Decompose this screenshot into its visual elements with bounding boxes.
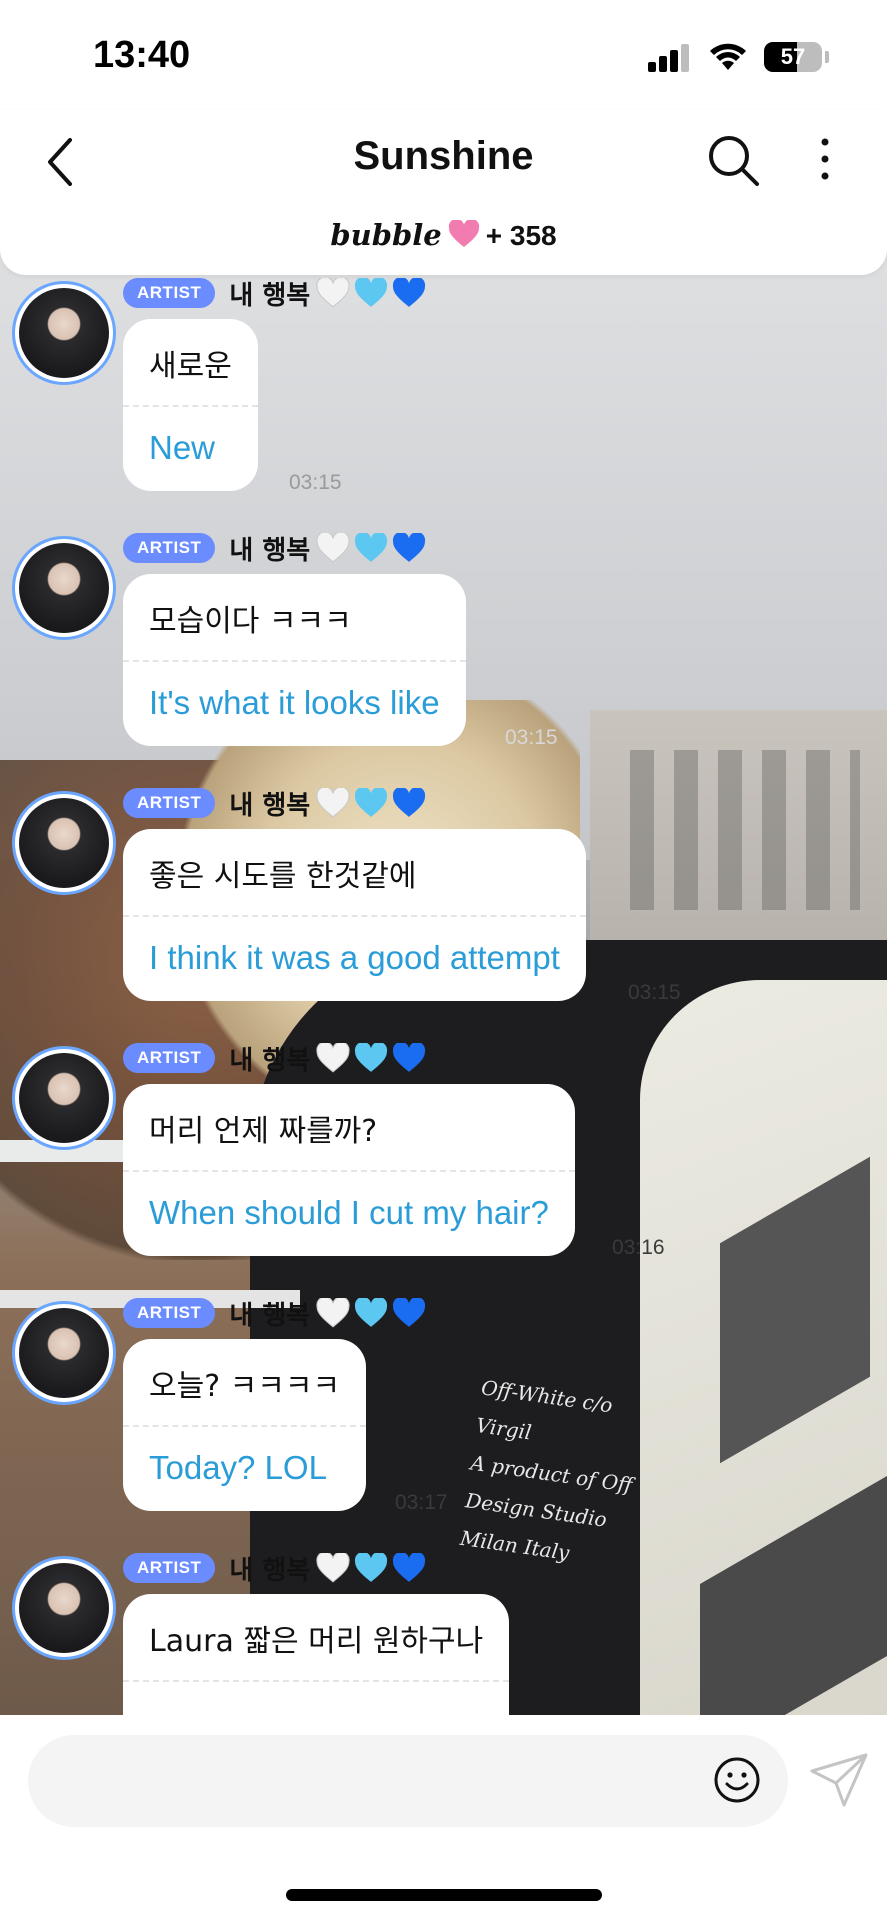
artist-badge: ARTIST [123,1553,216,1583]
message-translation-text: I think it was a good attempt [149,939,560,976]
message-input[interactable] [28,1735,788,1827]
avatar[interactable] [12,1301,116,1405]
search-icon[interactable] [703,130,763,190]
blue-heart-icon [393,1553,426,1582]
white-heart-icon [316,533,350,563]
subscriber-count: + 358 [485,220,557,251]
status-time: 13:40 [93,34,191,76]
message-time: 03:17 [395,1491,448,1514]
message-original-text: 새로운 [149,349,232,384]
message-bubble[interactable]: 모습이다 ㅋㅋㅋ It's what it looks like [123,574,466,746]
white-heart-icon [316,1553,350,1583]
emoji-icon[interactable] [712,1755,762,1805]
chat-header: Sunshine bubble + 358 [0,110,887,275]
light-blue-heart-icon [355,278,388,307]
avatar[interactable] [12,791,116,895]
avatar[interactable] [12,536,116,640]
white-heart-icon [316,1043,350,1073]
light-blue-heart-icon [355,1298,388,1327]
blue-heart-icon [393,278,426,307]
light-blue-heart-icon [355,1553,388,1582]
artist-badge: ARTIST [123,788,216,818]
status-bar: 13:40 57 [0,0,887,110]
subscriber-info: bubble + 358 [0,218,887,252]
avatar[interactable] [12,1046,116,1150]
sender-hearts [316,1553,426,1583]
message-original-text: 좋은 시도를 한것같에 [149,859,417,894]
light-blue-heart-icon [355,1043,388,1072]
bubble-brand: bubble [330,218,442,252]
message-translation-text: Today? LOL [149,1449,327,1486]
avatar[interactable] [12,281,116,385]
message-bubble[interactable]: Laura 짧은 머리 원하구나 [123,1594,510,1715]
sender-name: 내 행복 [229,790,311,821]
pink-heart-icon [448,220,479,247]
message-bubble[interactable]: 머리 언제 짜를까? When should I cut my hair? [123,1084,575,1256]
blue-heart-icon [393,788,426,817]
message-translation-text: When should I cut my hair? [149,1194,549,1231]
sender-hearts [316,533,426,563]
blue-heart-icon [393,1043,426,1072]
home-indicator [286,1889,602,1901]
message-original-text: Laura 짧은 머리 원하구나 [149,1624,484,1659]
message-original-text: 머리 언제 짜를까? [149,1114,378,1149]
message-time: 03:16 [612,1236,665,1259]
sender-name: 내 행복 [229,1300,311,1331]
message-translation-text [123,1682,509,1715]
wifi-icon [710,43,746,70]
sender-name: 내 행복 [229,1555,311,1586]
white-heart-icon [316,278,350,308]
sender-name: 내 행복 [229,535,311,566]
sender-hearts [316,1298,426,1328]
blue-heart-icon [393,533,426,562]
light-blue-heart-icon [355,533,388,562]
message-bubble[interactable]: 오늘? ㅋㅋㅋㅋ Today? LOL [123,1339,367,1511]
sender-hearts [316,278,426,308]
battery-tip [825,51,829,63]
sender-name: 내 행복 [229,280,311,311]
light-blue-heart-icon [355,788,388,817]
artist-badge: ARTIST [123,533,216,563]
avatar[interactable] [12,1556,116,1660]
sender-hearts [316,788,426,818]
message-translation-text: It's what it looks like [149,684,440,721]
message-time: 03:15 [289,471,342,494]
artist-badge: ARTIST [123,1298,216,1328]
message-bubble[interactable]: 좋은 시도를 한것같에 I think it was a good attemp… [123,829,586,1001]
message-original-text: 오늘? ㅋㅋㅋㅋ [149,1369,341,1404]
message-list[interactable]: ARTIST 내 행복 새로운 New 03:15 ARTIST 내 행복 모습… [0,275,887,1715]
white-heart-icon [316,788,350,818]
more-vertical-icon[interactable] [810,132,840,192]
message-time: 03:15 [628,981,681,1004]
artist-badge: ARTIST [123,1043,216,1073]
message-translation-text: New [149,429,216,466]
message-original-text: 모습이다 ㅋㅋㅋ [149,604,352,639]
sender-hearts [316,1043,426,1073]
send-paper-plane-icon[interactable] [808,1751,870,1809]
battery-icon: 57 [764,42,822,72]
sender-name: 내 행복 [229,1045,311,1076]
message-bubble[interactable]: 새로운 New [123,319,258,491]
white-heart-icon [316,1298,350,1328]
battery-percentage: 57 [780,44,806,69]
blue-heart-icon [393,1298,426,1327]
cellular-signal-icon [648,44,692,72]
artist-badge: ARTIST [123,278,216,308]
message-time: 03:15 [505,726,558,749]
